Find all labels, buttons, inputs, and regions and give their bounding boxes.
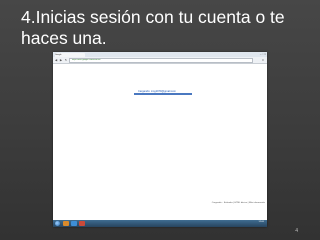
forward-button[interactable]: ▶ [59,58,63,62]
window-controls[interactable]: – ▫ × [254,52,266,56]
taskbar-clock[interactable]: 12:00 [259,221,264,224]
browser-toolbar: ◀ ▶ ↻ https://mail.google.com/mail/u/0/ … [53,57,267,64]
app-icon[interactable] [79,221,85,226]
folder-icon[interactable] [63,221,69,226]
browser-screenshot: Google – ▫ × ◀ ▶ ↻ https://mail.google.c… [53,52,267,227]
menu-icon[interactable]: ≡ [261,58,265,62]
browser-icon[interactable] [71,221,77,226]
windows-taskbar: 12:00 [53,220,267,227]
address-bar[interactable]: https://mail.google.com/mail/u/0/ [69,58,253,63]
slide: 4.Inicias sesión con tu cuenta o te hace… [0,0,320,240]
loading-redirect: Cargando: cmg1979@gmail.com [134,90,192,96]
footer-links[interactable]: Cargando... Estándar | HTML básico | Más… [212,202,265,205]
slide-number: 4 [295,228,298,234]
page-content: Cargando: cmg1979@gmail.com Cargando... … [53,64,267,219]
back-button[interactable]: ◀ [54,58,58,62]
start-button-icon[interactable] [55,221,60,226]
reload-button[interactable]: ↻ [64,58,68,62]
slide-title: 4.Inicias sesión con tu cuenta o te hace… [21,7,285,48]
loading-bar [134,93,192,95]
